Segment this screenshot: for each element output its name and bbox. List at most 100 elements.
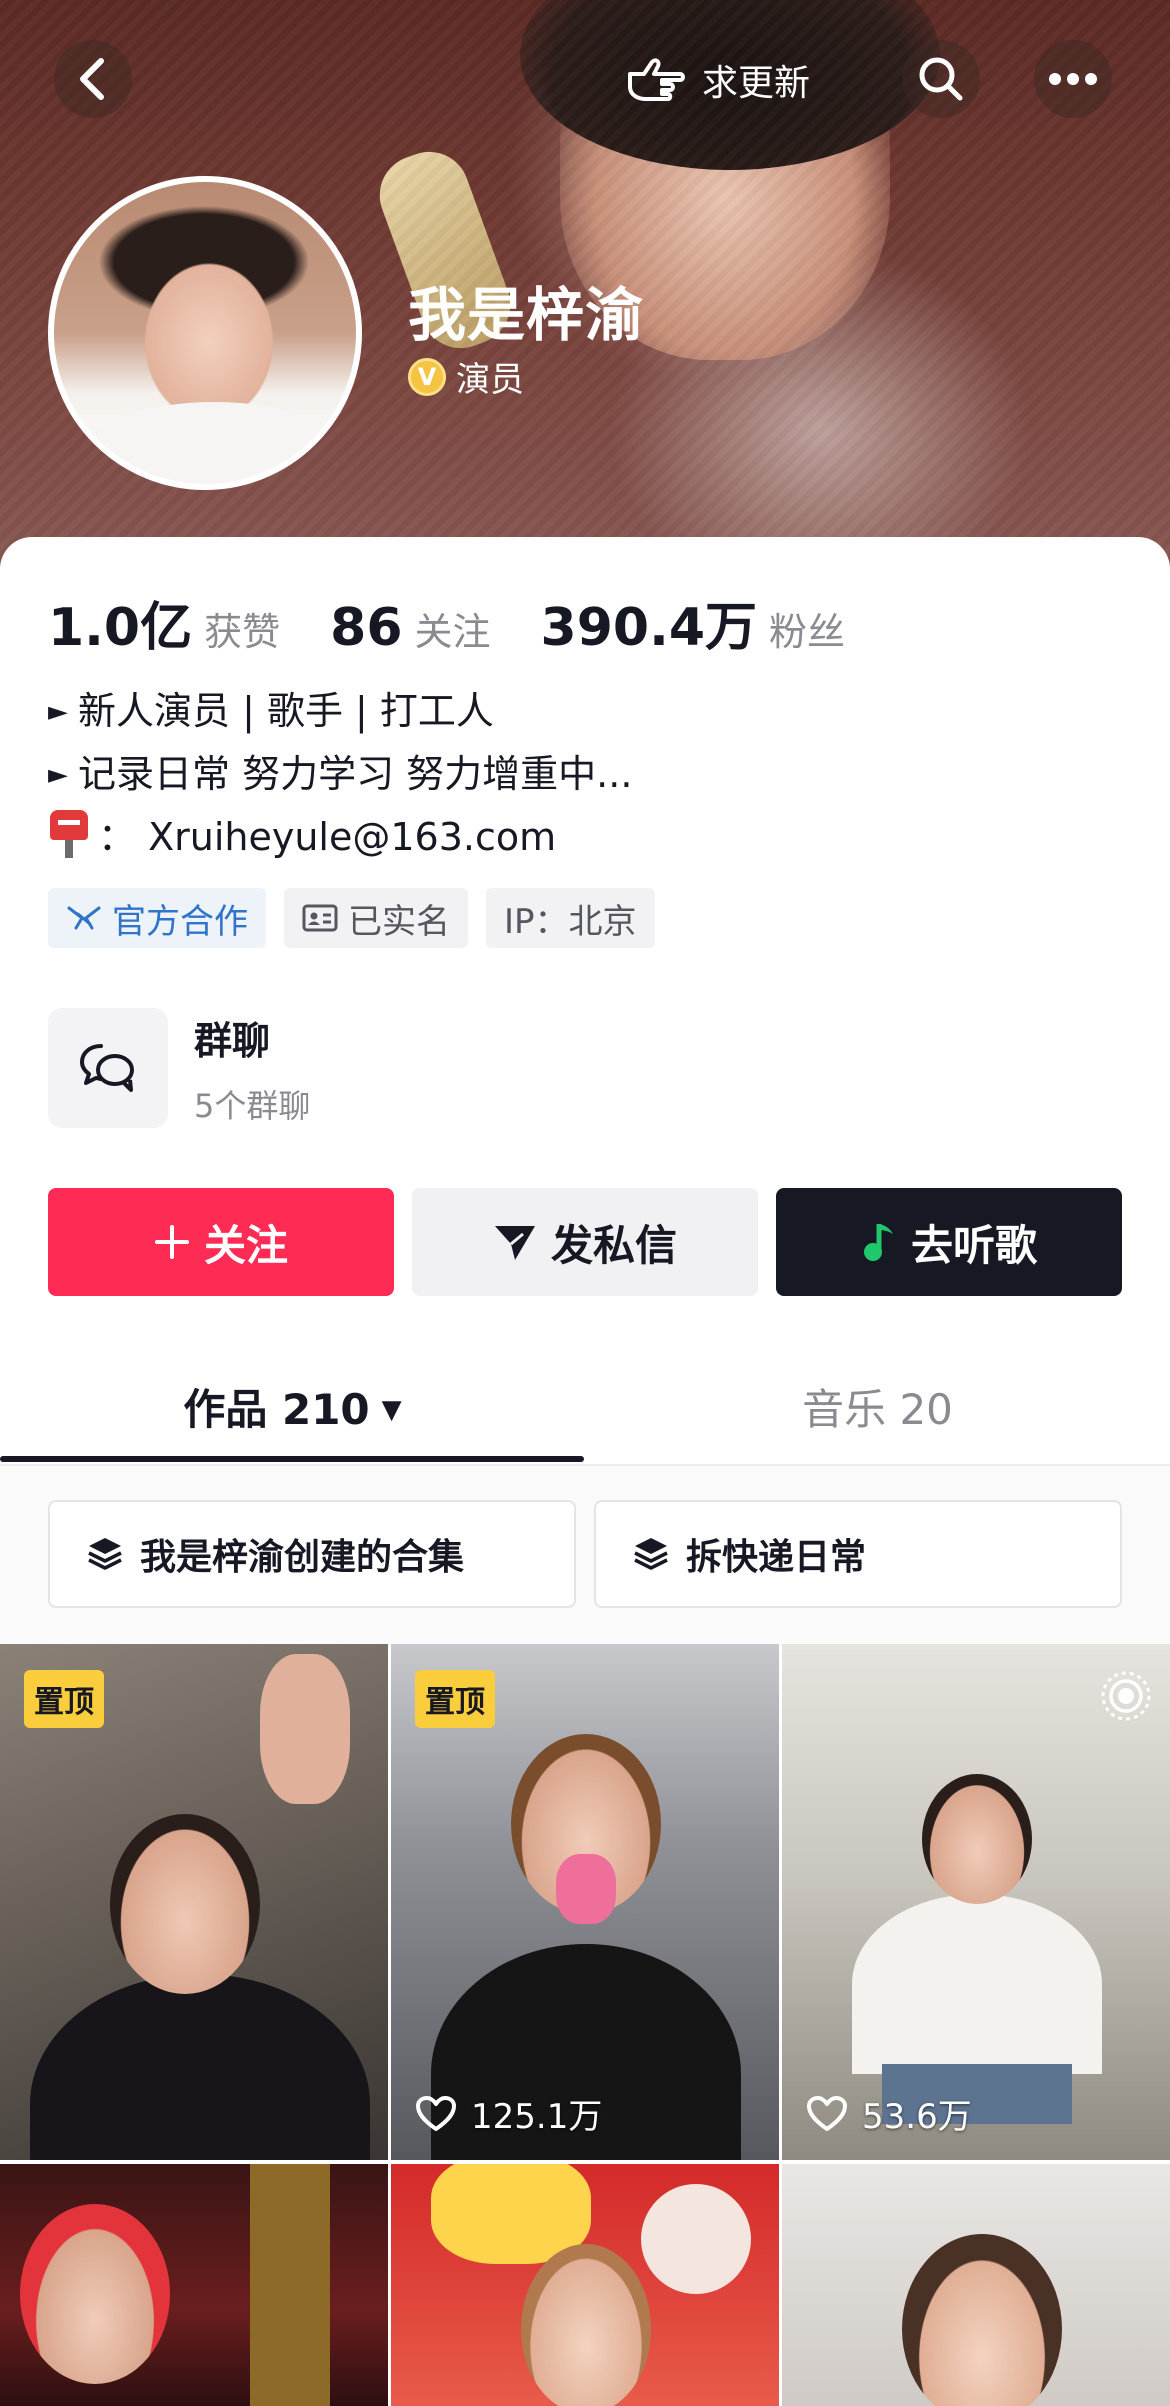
group-chat-subtitle: 5个群聊 [194,1086,311,1125]
verified-icon: V [408,357,446,396]
tab-works-label: 作品 210 [183,1385,370,1434]
bio-line-1: ► 新人演员 | 歌手 | 打工人 [48,680,1128,743]
hand-point-icon [628,58,685,101]
tab-music-label: 音乐 20 [802,1385,953,1434]
collection-label-1: 我是梓渝创建的合集 [140,1537,465,1578]
realname-tag[interactable]: 已实名 [284,888,468,948]
video-grid: 置顶 置顶 125.1万 53.6万 [0,1644,1170,2406]
collections-row: 我是梓渝创建的合集 拆快递日常 [48,1500,1122,1608]
thumb-figure [852,1894,1102,2074]
thumb-face [110,1814,260,1994]
layers-icon [634,1538,668,1570]
back-button[interactable] [54,40,132,118]
thumb-cartoon [641,2184,751,2294]
send-icon [494,1226,535,1260]
avatar-shirt [74,402,354,484]
bullet-icon: ► [48,697,68,727]
stat-followers-num: 390.4万 [540,598,758,658]
video-likes-count: 53.6万 [862,2097,972,2137]
video-likes: 125.1万 [415,2089,602,2138]
content-tabs: 作品 210 ▼ 音乐 20 [0,1350,1170,1466]
ip-location-tag: IP：北京 [486,888,655,948]
id-card-icon [302,904,338,932]
heart-icon [416,2095,456,2131]
more-button[interactable] [1034,40,1112,118]
tags-row: 官方合作 已实名 IP：北京 [48,888,655,948]
video-likes-count: 125.1万 [471,2097,603,2137]
request-update-label: 求更新 [702,63,811,104]
stat-followers-label: 粉丝 [769,610,846,654]
listen-music-button[interactable]: 去听歌 [776,1188,1122,1296]
verification-label: 演员 [456,360,524,400]
pinned-badge: 置顶 [24,1670,104,1728]
verification-row: V 演员 [408,352,524,401]
bio-email-line: ： Xruiheyule@163.com [48,806,1128,868]
follow-label: 关注 [203,1220,288,1270]
video-likes: 53.6万 [806,2089,972,2138]
video-thumbnail[interactable] [782,2164,1170,2406]
stat-following[interactable]: 86 关注 [330,598,490,658]
handshake-icon [67,906,101,930]
stat-likes-label: 获赞 [204,610,281,654]
avatar[interactable] [48,176,362,490]
thumb-tongue [556,1854,616,1924]
back-icon [80,58,104,100]
stat-following-num: 86 [330,598,403,658]
stat-following-label: 关注 [414,610,491,654]
request-update-button[interactable]: 求更新 [600,42,834,118]
follow-button[interactable]: 关注 [48,1188,394,1296]
direct-message-label: 发私信 [550,1220,677,1270]
caret-down-icon: ▼ [381,1395,402,1425]
action-buttons: 关注 发私信 去听歌 [48,1188,1122,1296]
collection-button-2[interactable]: 拆快递日常 [594,1500,1122,1608]
music-note-icon [863,1224,893,1261]
bio-email-text: ： Xruiheyule@163.com [98,815,557,859]
group-chat-icon-box [48,1008,168,1128]
stat-followers[interactable]: 390.4万 粉丝 [541,585,846,660]
listen-music-label: 去听歌 [910,1220,1037,1270]
thumb-frame [250,2164,330,2406]
ip-location-label: IP：北京 [504,901,637,942]
video-thumbnail[interactable]: 置顶 125.1万 [391,1644,779,2160]
thumb-hand [260,1654,350,1804]
plus-icon [154,1225,189,1259]
mailbox-icon [48,810,90,858]
search-icon [919,57,963,101]
bio-line-2-text: 记录日常 努力学习 努力增重中... [78,752,633,796]
tab-music[interactable]: 音乐 20 [585,1376,1170,1437]
thumb-face [20,2204,170,2384]
chat-bubbles-icon [80,1044,134,1092]
more-icon [1049,73,1097,85]
bio: ► 新人演员 | 歌手 | 打工人 ► 记录日常 努力学习 努力增重中... ： X… [48,680,1128,868]
collection-button-1[interactable]: 我是梓渝创建的合集 [48,1500,576,1608]
stat-likes[interactable]: 1.0亿 获赞 [48,585,280,660]
realname-label: 已实名 [348,901,450,942]
direct-message-button[interactable]: 发私信 [412,1188,758,1296]
pinned-badge: 置顶 [415,1670,495,1728]
video-thumbnail[interactable] [0,2164,388,2406]
group-chat-title: 群聊 [194,1018,271,1063]
thumb-face [922,1774,1032,1904]
group-chat-text: 群聊 5个群聊 [194,1010,310,1127]
layers-icon [88,1538,122,1570]
video-thumbnail[interactable] [391,2164,779,2406]
thumb-figure [30,1974,370,2160]
group-chat-entry[interactable]: 群聊 5个群聊 [48,1008,310,1128]
thumb-face [521,2244,651,2406]
search-button[interactable] [902,40,980,118]
stat-likes-num: 1.0亿 [48,598,193,658]
profile-name: 我是梓渝 [408,281,645,349]
active-tab-indicator [0,1456,584,1462]
top-bar: 求更新 [0,40,1170,120]
official-cooperation-tag[interactable]: 官方合作 [48,888,266,948]
tab-works[interactable]: 作品 210 ▼ [0,1376,585,1437]
official-cooperation-label: 官方合作 [112,901,248,942]
video-thumbnail[interactable]: 置顶 [0,1644,388,2160]
stats-row: 1.0亿 获赞 86 关注 390.4万 粉丝 [48,585,895,660]
thumb-face [902,2234,1062,2406]
video-thumbnail[interactable]: 53.6万 [782,1644,1170,2160]
bio-line-2: ► 记录日常 努力学习 努力增重中... [48,743,1128,806]
bullet-icon: ► [48,760,68,790]
collection-label-2: 拆快递日常 [686,1537,867,1578]
heart-icon [807,2095,847,2131]
